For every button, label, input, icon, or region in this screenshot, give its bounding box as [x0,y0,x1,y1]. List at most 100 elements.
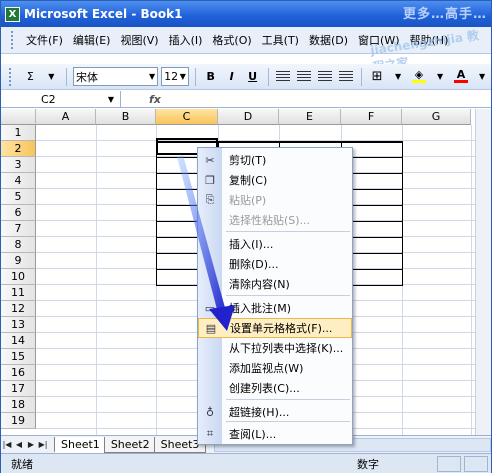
fx-icon[interactable]: fx [149,93,161,106]
name-box[interactable]: C2 ▼ [1,90,121,108]
context-menu-item-13[interactable]: ⌗ 查阅(L)... [198,424,352,444]
context-menu-label: 插入(I)... [229,238,274,251]
toolbar-separator [361,67,363,86]
row-header-9[interactable]: 9 [1,253,36,269]
context-menu-item-4[interactable]: 插入(I)... [198,234,352,254]
row-header-1[interactable]: 1 [1,125,36,141]
font-name-combo[interactable]: 宋体 ▼ [73,67,159,86]
menu-format[interactable]: 格式(O) [207,32,256,48]
fill-dropdown-icon[interactable]: ▼ [431,67,449,87]
row-header-6[interactable]: 6 [1,205,36,221]
chevron-down-icon[interactable]: ▼ [149,72,155,81]
row-header-7[interactable]: 7 [1,221,36,237]
context-menu-label: 设置单元格格式(F)... [230,322,333,335]
merge-center-button[interactable] [337,67,355,87]
formatting-toolbar: Σ ▼ 宋体 ▼ 12 ▼ B I U ⊞ ▼ ◈ ▼ A ▼ [1,64,491,90]
column-header-g[interactable]: G [402,109,471,125]
chevron-down-icon[interactable]: ▼ [180,72,186,81]
row-header-3[interactable]: 3 [1,157,36,173]
menu-insert[interactable]: 插入(I) [164,32,208,48]
context-menu-separator [226,421,350,422]
context-menu-item-5[interactable]: 删除(D)... [198,254,352,274]
font-color-dropdown-icon[interactable]: ▼ [473,67,491,87]
context-menu-item-11[interactable]: 创建列表(C)... [198,378,352,398]
column-header-d[interactable]: D [218,109,279,125]
menu-file[interactable]: 文件(F) [21,32,68,48]
sheet-tab-sheet1[interactable]: Sheet1 [54,436,107,453]
context-menu-item-7[interactable]: ▭ 插入批注(M) [198,298,352,318]
toolbar-separator [66,67,68,86]
autosum-button[interactable]: Σ [21,67,39,87]
menu-view[interactable]: 视图(V) [115,32,163,48]
status-numlock: 数字 [357,457,379,471]
column-header-f[interactable]: F [341,109,402,125]
italic-button[interactable]: I [223,67,241,87]
borders-dropdown-icon[interactable]: ▼ [389,67,407,87]
context-menu-item-10[interactable]: 添加监视点(W) [198,358,352,378]
row-header-4[interactable]: 4 [1,173,36,189]
row-header-12[interactable]: 12 [1,301,36,317]
chevron-down-icon[interactable]: ▼ [108,95,114,104]
autosum-dropdown-icon[interactable]: ▼ [42,67,60,87]
context-menu-item-9[interactable]: 从下拉列表中选择(K)... [198,338,352,358]
font-size-combo[interactable]: 12 ▼ [161,67,189,86]
format-cells-icon: ▤ [205,321,217,335]
align-center-button[interactable] [295,67,313,87]
context-menu-label: 从下拉列表中选择(K)... [229,342,344,355]
row-header-11[interactable]: 11 [1,285,36,301]
font-color-button[interactable]: A [452,67,470,87]
paste-icon: ⎘ [205,193,215,206]
align-right-button[interactable] [316,67,334,87]
row-header-15[interactable]: 15 [1,349,36,365]
select-all-corner[interactable] [1,109,36,125]
menu-tools[interactable]: 工具(T) [257,32,304,48]
status-bar: 就绪 数字 [1,453,491,473]
toolbar-grip[interactable] [9,67,12,86]
prev-sheet-button[interactable]: ◀ [13,440,25,449]
row-header-16[interactable]: 16 [1,365,36,381]
row-header-17[interactable]: 17 [1,381,36,397]
context-menu-item-2: ⎘ 粘贴(P) [198,190,352,210]
menu-grip[interactable] [11,31,15,49]
context-menu-item-1[interactable]: ❐ 复制(C) [198,170,352,190]
vertical-scrollbar[interactable] [475,109,491,435]
row-header-18[interactable]: 18 [1,397,36,413]
first-sheet-button[interactable]: |◀ [1,440,13,449]
context-menu-item-8[interactable]: ▤ 设置单元格格式(F)... [198,318,352,338]
context-menu-label: 清除内容(N) [229,278,290,291]
scissors-icon: ✂ [205,153,215,167]
last-sheet-button[interactable]: ▶| [37,440,49,449]
next-sheet-button[interactable]: ▶ [25,440,37,449]
column-header-c[interactable]: C [156,109,218,125]
menu-data[interactable]: 数据(D) [304,32,353,48]
borders-button[interactable]: ⊞ [368,67,386,87]
bold-button[interactable]: B [202,67,220,87]
fill-color-button[interactable]: ◈ [410,67,428,87]
context-menu-item-12[interactable]: ♁ 超链接(H)... [198,402,352,422]
row-header-5[interactable]: 5 [1,189,36,205]
context-menu-item-6[interactable]: 清除内容(N) [198,274,352,294]
toolbar-separator [267,67,269,86]
column-header-e[interactable]: E [279,109,341,125]
row-header-13[interactable]: 13 [1,317,36,333]
context-menu-item-0[interactable]: ✂ 剪切(T) [198,150,352,170]
underline-button[interactable]: U [244,67,262,87]
excel-app-icon[interactable]: X [5,6,20,22]
row-header-2[interactable]: 2 [1,141,36,157]
toolbar-separator [194,67,196,86]
context-menu-label: 删除(D)... [229,258,279,271]
hyperlink-icon: ♁ [205,405,215,419]
row-header-10[interactable]: 10 [1,269,36,285]
column-header-a[interactable]: A [36,109,96,125]
column-header-b[interactable]: B [96,109,156,125]
align-right-icon [318,70,333,83]
row-header-19[interactable]: 19 [1,413,36,429]
row-header-8[interactable]: 8 [1,237,36,253]
menu-edit[interactable]: 编辑(E) [68,32,116,48]
merge-center-icon [339,70,354,83]
row-header-14[interactable]: 14 [1,333,36,349]
align-left-button[interactable] [274,67,292,87]
watermark-top: 更多…高手… [402,7,487,22]
title-bar[interactable]: X Microsoft Excel - Book1 更多…高手… [1,1,491,27]
sheet-tab-sheet2[interactable]: Sheet2 [103,436,157,453]
